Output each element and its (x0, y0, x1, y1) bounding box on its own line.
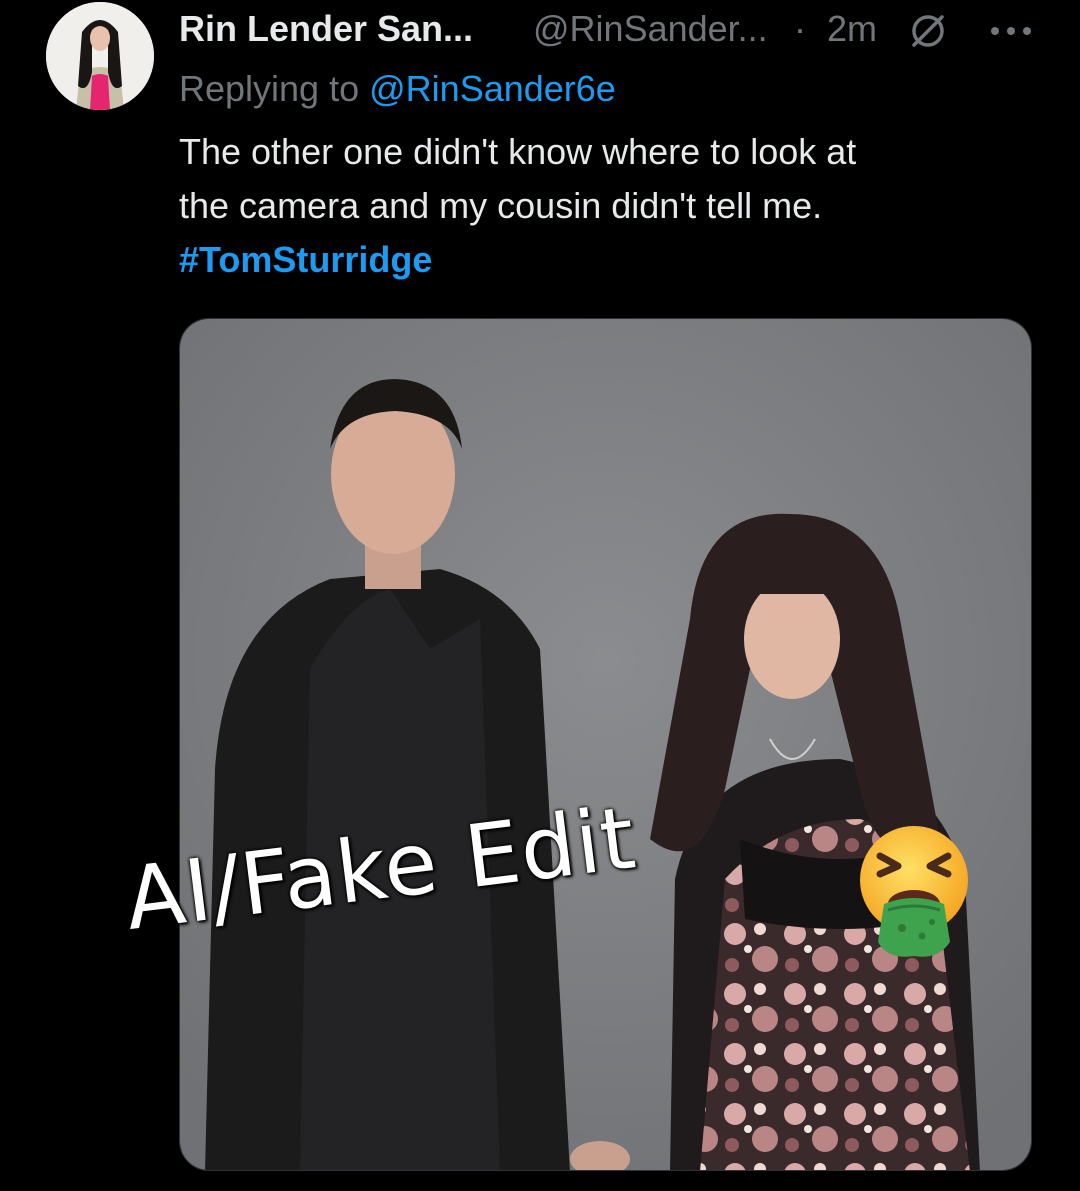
reply-prefix: Replying to (179, 68, 360, 109)
tweet-text-line: the camera and my cousin didn't tell me. (179, 185, 823, 226)
tweet-header: Rin Lender San... @RinSander... · 2m (179, 4, 1059, 54)
display-name[interactable]: Rin Lender San... (179, 4, 473, 54)
hashtag-link[interactable]: #TomSturridge (179, 233, 1029, 287)
tweet-media-image[interactable] (179, 318, 1032, 1171)
user-handle[interactable]: @RinSander... (533, 4, 768, 54)
avatar[interactable] (46, 2, 154, 110)
separator-dot: · (794, 8, 806, 49)
more-horizontal-icon[interactable] (989, 26, 1033, 36)
timestamp[interactable]: 2m (827, 4, 877, 54)
reply-handle-link[interactable]: @RinSander6e (369, 68, 616, 109)
photo-illustration (180, 319, 1031, 1170)
face-vomiting-icon (860, 826, 968, 957)
tweet-text: The other one didn't know where to look … (179, 125, 1029, 287)
tweet-text-line: The other one didn't know where to look … (179, 131, 857, 172)
reply-context: Replying to @RinSander6e (179, 66, 616, 112)
profile-photo-icon (46, 2, 154, 110)
no-symbol-icon (912, 15, 944, 47)
